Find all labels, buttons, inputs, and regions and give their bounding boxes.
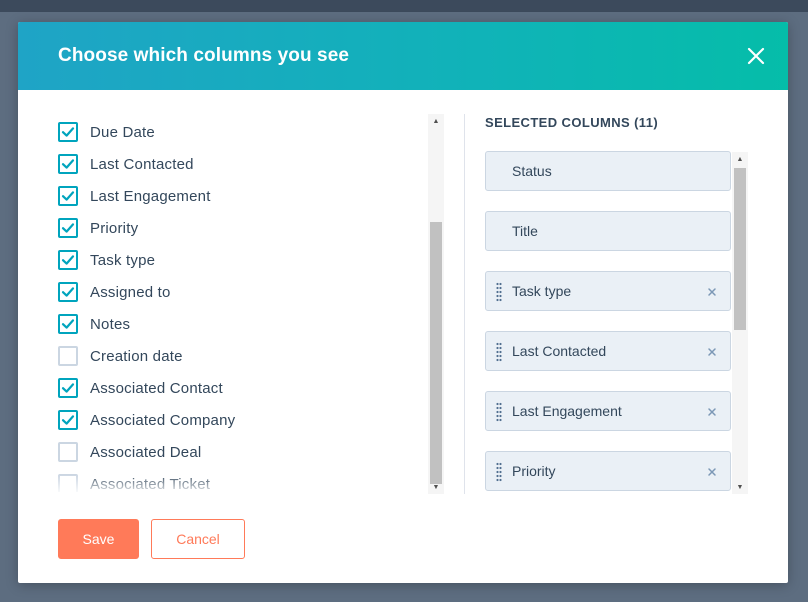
column-option-row[interactable]: Task type <box>58 244 418 276</box>
column-option-label: Last Engagement <box>90 187 211 205</box>
column-option-row[interactable]: Due Date <box>58 116 418 148</box>
column-option-row[interactable]: Last Engagement <box>58 180 418 212</box>
column-option-row[interactable]: Associated Ticket <box>58 468 418 492</box>
column-option-row[interactable]: Notes <box>58 308 418 340</box>
scrollbar-thumb[interactable] <box>430 222 442 484</box>
scroll-up-arrow-icon[interactable]: ▲ <box>428 114 444 128</box>
selected-column-card[interactable]: Task type <box>485 271 731 311</box>
column-option-label: Due Date <box>90 123 155 141</box>
selected-column-card[interactable]: Last Engagement <box>485 391 731 431</box>
column-checkbox[interactable] <box>58 282 78 302</box>
selected-column-card[interactable]: Priority <box>485 451 731 491</box>
selected-column-label: Last Engagement <box>512 403 622 419</box>
close-icon <box>747 47 765 65</box>
column-checkbox[interactable] <box>58 378 78 398</box>
column-option-row[interactable]: Associated Deal <box>58 436 418 468</box>
scrollbar-thumb[interactable] <box>734 168 746 330</box>
selected-column-label: Title <box>512 223 538 239</box>
drag-handle-icon[interactable] <box>496 282 502 302</box>
column-checkbox[interactable] <box>58 314 78 334</box>
scroll-down-arrow-icon[interactable]: ▼ <box>428 480 444 494</box>
checkmark-icon <box>61 255 75 265</box>
remove-x-icon[interactable] <box>706 345 718 357</box>
column-checkbox[interactable] <box>58 218 78 238</box>
selected-columns-scrollbar[interactable]: ▲ ▼ <box>732 152 748 494</box>
modal-title: Choose which columns you see <box>58 45 350 66</box>
drag-handle-icon[interactable] <box>496 402 502 422</box>
checkmark-icon <box>61 383 75 393</box>
remove-x-icon[interactable] <box>706 285 718 297</box>
column-checkbox[interactable] <box>58 442 78 462</box>
column-checkbox[interactable] <box>58 346 78 366</box>
column-checkbox[interactable] <box>58 186 78 206</box>
column-option-label: Associated Company <box>90 411 236 429</box>
drag-handle-icon[interactable] <box>496 462 502 482</box>
column-option-label: Last Contacted <box>90 155 194 173</box>
scroll-up-arrow-icon[interactable]: ▲ <box>732 152 748 166</box>
column-option-label: Associated Contact <box>90 379 223 397</box>
checkmark-icon <box>61 223 75 233</box>
available-columns-scrollbar[interactable]: ▲ ▼ <box>428 114 444 494</box>
selected-columns-list: Status Title Task type Last Contacted Last E… <box>485 150 733 492</box>
column-option-label: Task type <box>90 251 156 269</box>
column-checkbox[interactable] <box>58 410 78 430</box>
column-option-row[interactable]: Assigned to <box>58 276 418 308</box>
drag-handle-icon[interactable] <box>496 342 502 362</box>
column-option-row[interactable]: Last Contacted <box>58 148 418 180</box>
selected-column-card[interactable]: Last Contacted <box>485 331 731 371</box>
column-option-label: Notes <box>90 315 131 333</box>
page-backdrop <box>0 0 808 12</box>
selected-column-label: Status <box>512 163 552 179</box>
checkmark-icon <box>61 287 75 297</box>
selected-column-card: Title <box>485 211 731 251</box>
column-checkbox[interactable] <box>58 154 78 174</box>
checkmark-icon <box>61 319 75 329</box>
column-checkbox[interactable] <box>58 122 78 142</box>
remove-x-icon[interactable] <box>706 465 718 477</box>
column-checkbox[interactable] <box>58 474 78 492</box>
checkmark-icon <box>61 159 75 169</box>
selected-columns-heading: SELECTED COLUMNS (11) <box>485 115 659 130</box>
remove-x-icon[interactable] <box>706 405 718 417</box>
modal-header: Choose which columns you see <box>18 22 788 90</box>
column-option-label: Assigned to <box>90 283 171 301</box>
cancel-button[interactable]: Cancel <box>151 519 245 559</box>
checkmark-icon <box>61 127 75 137</box>
column-option-label: Associated Ticket <box>90 475 211 493</box>
selected-column-card: Status <box>485 151 731 191</box>
selected-column-label: Last Contacted <box>512 343 607 359</box>
column-option-label: Associated Deal <box>90 443 202 461</box>
column-option-row[interactable]: Priority <box>58 212 418 244</box>
column-option-row[interactable]: Associated Contact <box>58 372 418 404</box>
scroll-down-arrow-icon[interactable]: ▼ <box>732 480 748 494</box>
close-button[interactable] <box>746 46 766 66</box>
save-button[interactable]: Save <box>58 519 139 559</box>
checkmark-icon <box>61 191 75 201</box>
column-option-row[interactable]: Associated Company <box>58 404 418 436</box>
checkmark-icon <box>61 415 75 425</box>
column-option-label: Creation date <box>90 347 183 365</box>
selected-column-label: Task type <box>512 283 572 299</box>
column-divider <box>464 114 465 494</box>
selected-column-label: Priority <box>512 463 556 479</box>
available-columns-list: Due Date Last Contacted Last Engagement Pri… <box>58 112 444 492</box>
column-checkbox[interactable] <box>58 250 78 270</box>
column-option-row[interactable]: Creation date <box>58 340 418 372</box>
column-chooser-modal: Choose which columns you see Due Date Las… <box>18 22 788 583</box>
column-option-label: Priority <box>90 219 139 237</box>
